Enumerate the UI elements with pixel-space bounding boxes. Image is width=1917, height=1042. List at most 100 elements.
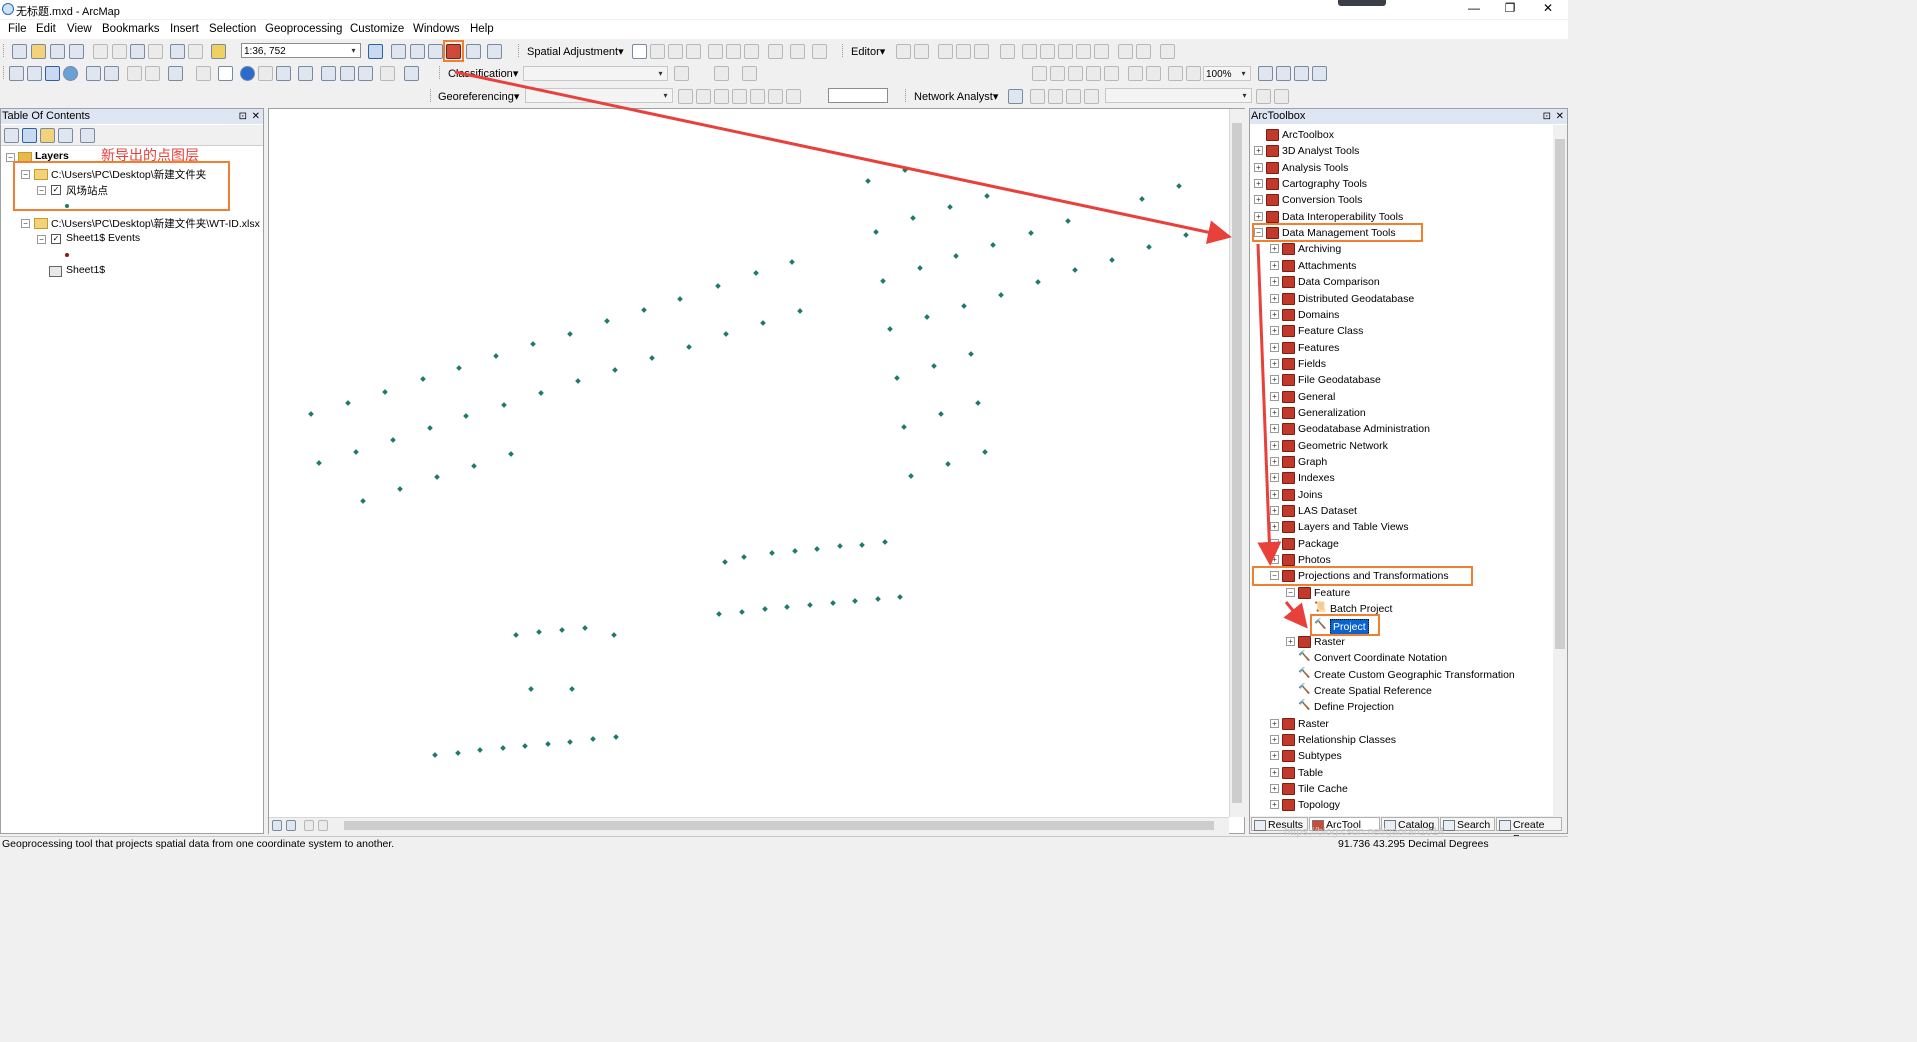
map-point[interactable] <box>762 606 768 612</box>
classify-icon[interactable] <box>742 66 757 81</box>
modify-link-icon[interactable] <box>668 44 683 59</box>
map-point[interactable] <box>353 449 359 455</box>
pan-hand-icon[interactable] <box>45 66 60 81</box>
map-point[interactable] <box>792 548 798 554</box>
undo-icon[interactable] <box>170 44 185 59</box>
menu-view[interactable]: View <box>67 23 92 35</box>
map-point[interactable] <box>513 632 519 638</box>
map-point[interactable] <box>590 736 596 742</box>
map-point[interactable] <box>975 400 981 406</box>
sketch-properties-icon[interactable] <box>1136 44 1151 59</box>
add-data-icon[interactable] <box>211 44 226 59</box>
map-point[interactable] <box>998 292 1004 298</box>
map-point[interactable] <box>715 283 721 289</box>
fixed-zoom-out-icon[interactable] <box>104 66 119 81</box>
tree-expander-icon[interactable]: + <box>1270 326 1279 336</box>
map-point[interactable] <box>902 167 908 173</box>
tree-expander-icon[interactable]: + <box>1254 211 1263 221</box>
refresh-icon[interactable] <box>304 820 314 831</box>
toolbox-item[interactable]: Subtypes <box>1298 749 1342 763</box>
measure-icon[interactable] <box>298 66 313 81</box>
delete-link-icon[interactable] <box>750 89 765 104</box>
tree-expander-icon[interactable]: + <box>1270 489 1279 499</box>
toc-options-icon[interactable] <box>80 128 95 143</box>
map-point[interactable] <box>1109 257 1115 263</box>
map-point[interactable] <box>931 363 937 369</box>
map-point[interactable] <box>753 270 759 276</box>
classification-menu[interactable]: Classification▾ <box>448 67 518 80</box>
html-popup-icon[interactable] <box>276 66 291 81</box>
toolbox-item[interactable]: Feature <box>1314 586 1350 600</box>
zoom-out-icon[interactable] <box>27 66 42 81</box>
attributes-icon[interactable] <box>1118 44 1133 59</box>
map-point[interactable] <box>739 609 745 615</box>
editor-menu[interactable]: Editor▾ <box>851 45 885 58</box>
toggle-draft-mode-icon[interactable] <box>1258 66 1273 81</box>
new-document-icon[interactable] <box>12 44 27 59</box>
map-scale-combo[interactable]: 1:36, 752 ▾ <box>241 43 361 58</box>
map-point[interactable] <box>859 542 865 548</box>
toolbox-vscroll-thumb[interactable] <box>1555 139 1565 649</box>
tab-search[interactable]: Search <box>1440 817 1495 831</box>
map-point[interactable] <box>522 743 528 749</box>
folder2-collapse-icon[interactable]: − <box>21 219 30 228</box>
map-point[interactable] <box>559 627 565 633</box>
tree-expander-icon[interactable]: + <box>1270 751 1279 761</box>
clear-selection-icon[interactable] <box>196 66 211 81</box>
map-point[interactable] <box>528 686 534 692</box>
map-point[interactable] <box>894 375 900 381</box>
list-by-selection-icon[interactable] <box>58 128 73 143</box>
chevron-down-icon[interactable]: ▾ <box>348 44 359 57</box>
rotate-raster-icon[interactable] <box>786 89 801 104</box>
network-layer-combo[interactable]: ▾ <box>1105 88 1252 103</box>
toc-table-sheet[interactable]: Sheet1$ <box>66 264 105 276</box>
map-point[interactable] <box>887 326 893 332</box>
tree-expander-icon[interactable]: + <box>1270 260 1279 270</box>
menu-file[interactable]: File <box>8 23 27 35</box>
tab-create-features[interactable]: Create F... <box>1496 817 1562 845</box>
view-link-table-icon[interactable] <box>768 89 783 104</box>
map-point[interactable] <box>741 554 747 560</box>
paste-icon[interactable] <box>130 44 145 59</box>
tree-expander-icon[interactable]: + <box>1270 407 1279 417</box>
layout-zoom-in-icon[interactable] <box>1032 66 1047 81</box>
attribute-transfer-icon[interactable] <box>812 44 827 59</box>
toolbox-vertical-scrollbar[interactable] <box>1553 125 1567 817</box>
map-point[interactable] <box>837 543 843 549</box>
map-point[interactable] <box>897 594 903 600</box>
map-point[interactable] <box>917 265 923 271</box>
map-point[interactable] <box>604 318 610 324</box>
tree-expander-icon[interactable]: + <box>1270 244 1279 254</box>
build-network-icon[interactable] <box>1274 89 1289 104</box>
menu-bookmarks[interactable]: Bookmarks <box>102 23 160 35</box>
toolbox-item[interactable]: Convert Coordinate Notation <box>1314 651 1447 665</box>
map-point[interactable] <box>508 451 514 457</box>
map-point[interactable] <box>500 745 506 751</box>
tree-expander-icon[interactable]: + <box>1270 538 1279 548</box>
map-point[interactable] <box>360 498 366 504</box>
map-point[interactable] <box>961 303 967 309</box>
map-point[interactable] <box>501 402 507 408</box>
map-point[interactable] <box>830 600 836 606</box>
tree-expander-icon[interactable]: + <box>1254 162 1263 172</box>
map-point[interactable] <box>471 463 477 469</box>
map-point[interactable] <box>582 625 588 631</box>
data-view-icon[interactable] <box>272 820 282 831</box>
time-slider-icon[interactable] <box>380 66 395 81</box>
edit-tool-icon[interactable] <box>896 44 911 59</box>
add-control-points-icon[interactable] <box>678 89 693 104</box>
map-point[interactable] <box>545 741 551 747</box>
map-point[interactable] <box>797 308 803 314</box>
layout-zoom-out-icon[interactable] <box>1050 66 1065 81</box>
new-identity-link-icon[interactable] <box>708 44 723 59</box>
cut-icon[interactable] <box>93 44 108 59</box>
select-elements-icon[interactable] <box>218 66 233 81</box>
toolbox-item[interactable]: Conversion Tools <box>1282 193 1362 207</box>
search-window-icon[interactable] <box>428 44 443 59</box>
toolbox-item[interactable]: Joins <box>1298 488 1323 502</box>
save-icon[interactable] <box>50 44 65 59</box>
redo-icon[interactable] <box>188 44 203 59</box>
delete-icon[interactable] <box>148 44 163 59</box>
training-sample-icon[interactable] <box>714 66 729 81</box>
directions-icon[interactable] <box>1084 89 1099 104</box>
